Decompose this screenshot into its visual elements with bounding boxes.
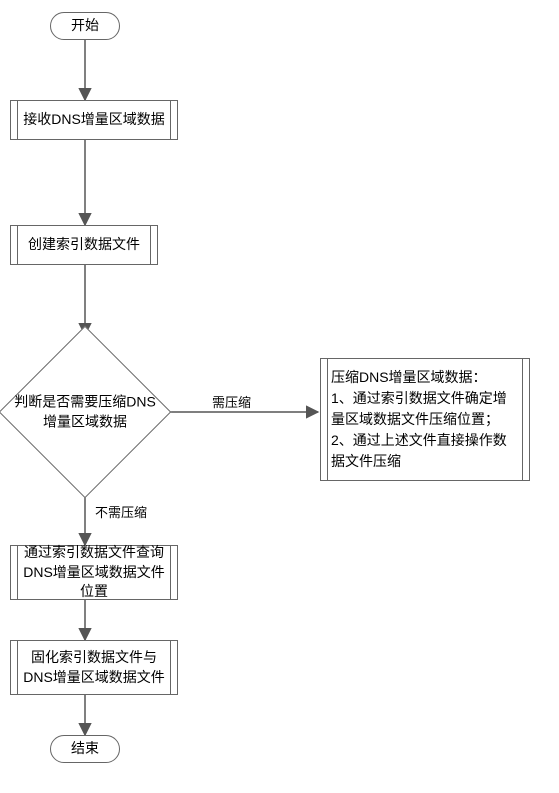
end-label: 结束: [71, 739, 99, 759]
start-node: 开始: [50, 12, 120, 40]
process-compress-dns: 压缩DNS增量区域数据： 1、通过索引数据文件确定增量区域数据文件压缩位置； 2…: [320, 358, 530, 481]
process-create-index: 创建索引数据文件: [10, 225, 158, 265]
decision-text: 判断是否需要压缩DNS增量区域数据: [10, 392, 160, 431]
end-node: 结束: [50, 735, 120, 763]
edge-label-yes: 需压缩: [212, 392, 251, 411]
process-create-index-text: 创建索引数据文件: [28, 235, 140, 255]
process-receive-dns: 接收DNS增量区域数据: [10, 100, 178, 140]
side-line3: 2、通过上述文件直接操作数据文件压缩: [331, 430, 519, 472]
side-line1: 压缩DNS增量区域数据：: [331, 367, 519, 388]
process-query-index: 通过索引数据文件查询DNS增量区域数据文件位置: [10, 545, 178, 600]
side-line2: 1、通过索引数据文件确定增量区域数据文件压缩位置；: [331, 388, 519, 430]
edge-label-no: 不需压缩: [95, 502, 147, 521]
process-persist-files-text: 固化索引数据文件与DNS增量区域数据文件: [21, 648, 167, 687]
process-query-index-text: 通过索引数据文件查询DNS增量区域数据文件位置: [21, 543, 167, 602]
process-receive-dns-text: 接收DNS增量区域数据: [23, 110, 165, 130]
start-label: 开始: [71, 16, 99, 36]
process-persist-files: 固化索引数据文件与DNS增量区域数据文件: [10, 640, 178, 695]
